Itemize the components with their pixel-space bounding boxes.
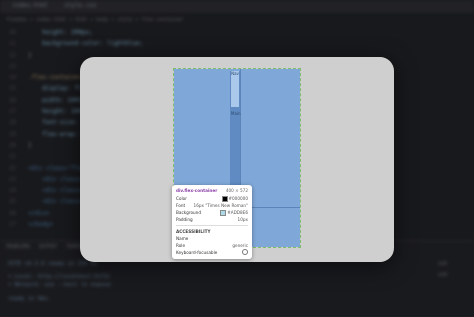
tooltip-prop-row: Padding 10px bbox=[176, 216, 248, 223]
tooltip-section-title: ACCESSIBILITY bbox=[176, 228, 211, 234]
tooltip-prop-value: 16px "Times New Roman" bbox=[193, 203, 248, 208]
tooltip-element-size: 400 × 572 bbox=[225, 188, 248, 193]
tooltip-a11y-label: Keyboard-focusable bbox=[176, 249, 218, 255]
tooltip-a11y-label: Name bbox=[176, 235, 189, 241]
tooltip-a11y-row: Keyboard-focusable bbox=[176, 249, 248, 256]
column-top-label: Nav bbox=[231, 71, 239, 76]
tooltip-prop-row: Color #000000 bbox=[176, 195, 248, 202]
flex-item-column-top bbox=[231, 71, 239, 107]
keyboard-focusable-icon bbox=[242, 249, 248, 255]
color-swatch-icon bbox=[220, 209, 227, 216]
tooltip-prop-value: #ADD8E6 bbox=[227, 210, 248, 215]
tooltip-prop-row: Background #ADD8E6 bbox=[176, 209, 248, 216]
inspector-preview-card: Nav Main div.flex-container 400 × 572 Co… bbox=[80, 57, 394, 262]
tooltip-a11y-row: Name bbox=[176, 235, 248, 242]
tooltip-prop-label: Background bbox=[176, 210, 201, 215]
color-swatch-icon bbox=[221, 195, 228, 202]
tooltip-divider bbox=[176, 225, 248, 226]
column-mid-label: Main bbox=[231, 111, 241, 116]
tooltip-prop-label: Padding bbox=[176, 217, 193, 222]
tooltip-element-name: div.flex-container bbox=[176, 188, 218, 193]
tooltip-prop-row: Font 16px "Times New Roman" bbox=[176, 202, 248, 209]
tooltip-prop-label: Color bbox=[176, 196, 187, 201]
tooltip-prop-value: 10px bbox=[237, 217, 248, 222]
tooltip-prop-label: Font bbox=[176, 203, 186, 208]
tooltip-a11y-label: Role bbox=[176, 242, 186, 248]
tooltip-prop-value: #000000 bbox=[228, 196, 249, 201]
inspect-tooltip: div.flex-container 400 × 572 Color #00000… bbox=[172, 185, 252, 259]
tooltip-a11y-value: generic bbox=[232, 242, 248, 248]
tooltip-a11y-row: Role generic bbox=[176, 242, 248, 249]
